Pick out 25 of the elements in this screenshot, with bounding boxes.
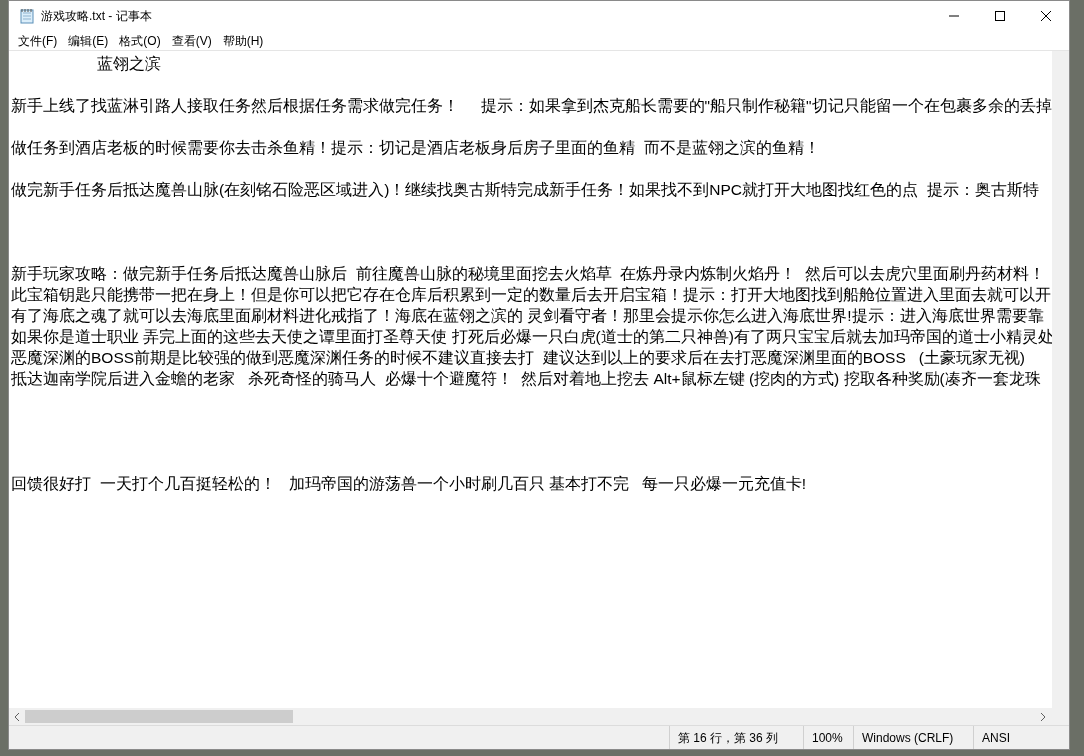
text-line: 恶魔深渊的BOSS前期是比较强的做到恶魔深渊任务的时候不建议直接去打 建议达到以上的要求后在去打恶魔深渊里面的BOSS (土豪玩家无视) — [11, 348, 1025, 368]
close-icon — [1041, 11, 1051, 21]
status-field: Windows (CRLF) — [853, 726, 973, 749]
maximize-icon — [995, 11, 1005, 21]
horizontal-scrollbar-thumb[interactable] — [25, 710, 293, 723]
menu-item[interactable]: 查看(V) — [166, 31, 217, 50]
menu-item[interactable]: 编辑(E) — [63, 31, 114, 50]
vertical-scrollbar[interactable] — [1052, 51, 1069, 708]
menu-item[interactable]: 帮助(H) — [217, 31, 269, 50]
text-line: 回馈很好打 一天打个几百挺轻松的！ 加玛帝国的游荡兽一个小时刷几百只 基本打不完 每一只必爆一元充值卡! — [11, 474, 807, 494]
window-title: 游戏攻略.txt - 记事本 — [41, 8, 152, 25]
text-line: 此宝箱钥匙只能携带一把在身上！但是你可以把它存在仓库后积累到一定的数量后去开启宝箱！提示：打开大地图找到船舱位置进入里面去就可以开 — [11, 285, 1051, 305]
notepad-icon — [19, 8, 35, 24]
status-field: 100% — [803, 726, 853, 749]
status-field: ANSI — [973, 726, 1069, 749]
text-line: 做任务到酒店老板的时候需要你去击杀鱼精！提示：切记是酒店老板身后房子里面的鱼精 而不是蓝翎之滨的鱼精！ — [11, 138, 820, 158]
menu-item[interactable]: 格式(O) — [114, 31, 166, 50]
text-line: 蓝翎之滨 — [96, 54, 162, 74]
status-field: 第 16 行，第 36 列 — [669, 726, 803, 749]
text-line: 做完新手任务后抵达魔兽山脉(在刻铭石险恶区域进入)！继续找奥古斯特完成新手任务！如果找不到NPC就打开大地图找红色的点 提示：奥古斯特 — [11, 180, 1039, 200]
text-line: 有了海底之魂了就可以去海底里面刷材料进化戒指了！海底在蓝翎之滨的 灵剑看守者！那里会提示你怎么进入海底世界!提示：进入海底世界需要靠 — [11, 306, 1044, 326]
text-line: 新手玩家攻略：做完新手任务后抵达魔兽山脉后 前往魔兽山脉的秘境里面挖去火焰草 在炼丹录内炼制火焰丹！ 然后可以去虎穴里面刷丹药材料！ — [11, 264, 1045, 284]
menu-item[interactable]: 文件(F) — [13, 31, 63, 50]
text-line: 新手上线了找蓝淋引路人接取任务然后根据任务需求做完任务！ 提示：如果拿到杰克船长需要的"船只制作秘籍"切记只能留一个在包裹多余的丢掉 — [11, 96, 1052, 116]
text-line: 抵达迦南学院后进入金蟾的老家 杀死奇怪的骑马人 必爆十个避魔符！ 然后对着地上挖去 Alt+鼠标左键 (挖肉的方式) 挖取各种奖励(凑齐一套龙珠 — [11, 369, 1041, 389]
